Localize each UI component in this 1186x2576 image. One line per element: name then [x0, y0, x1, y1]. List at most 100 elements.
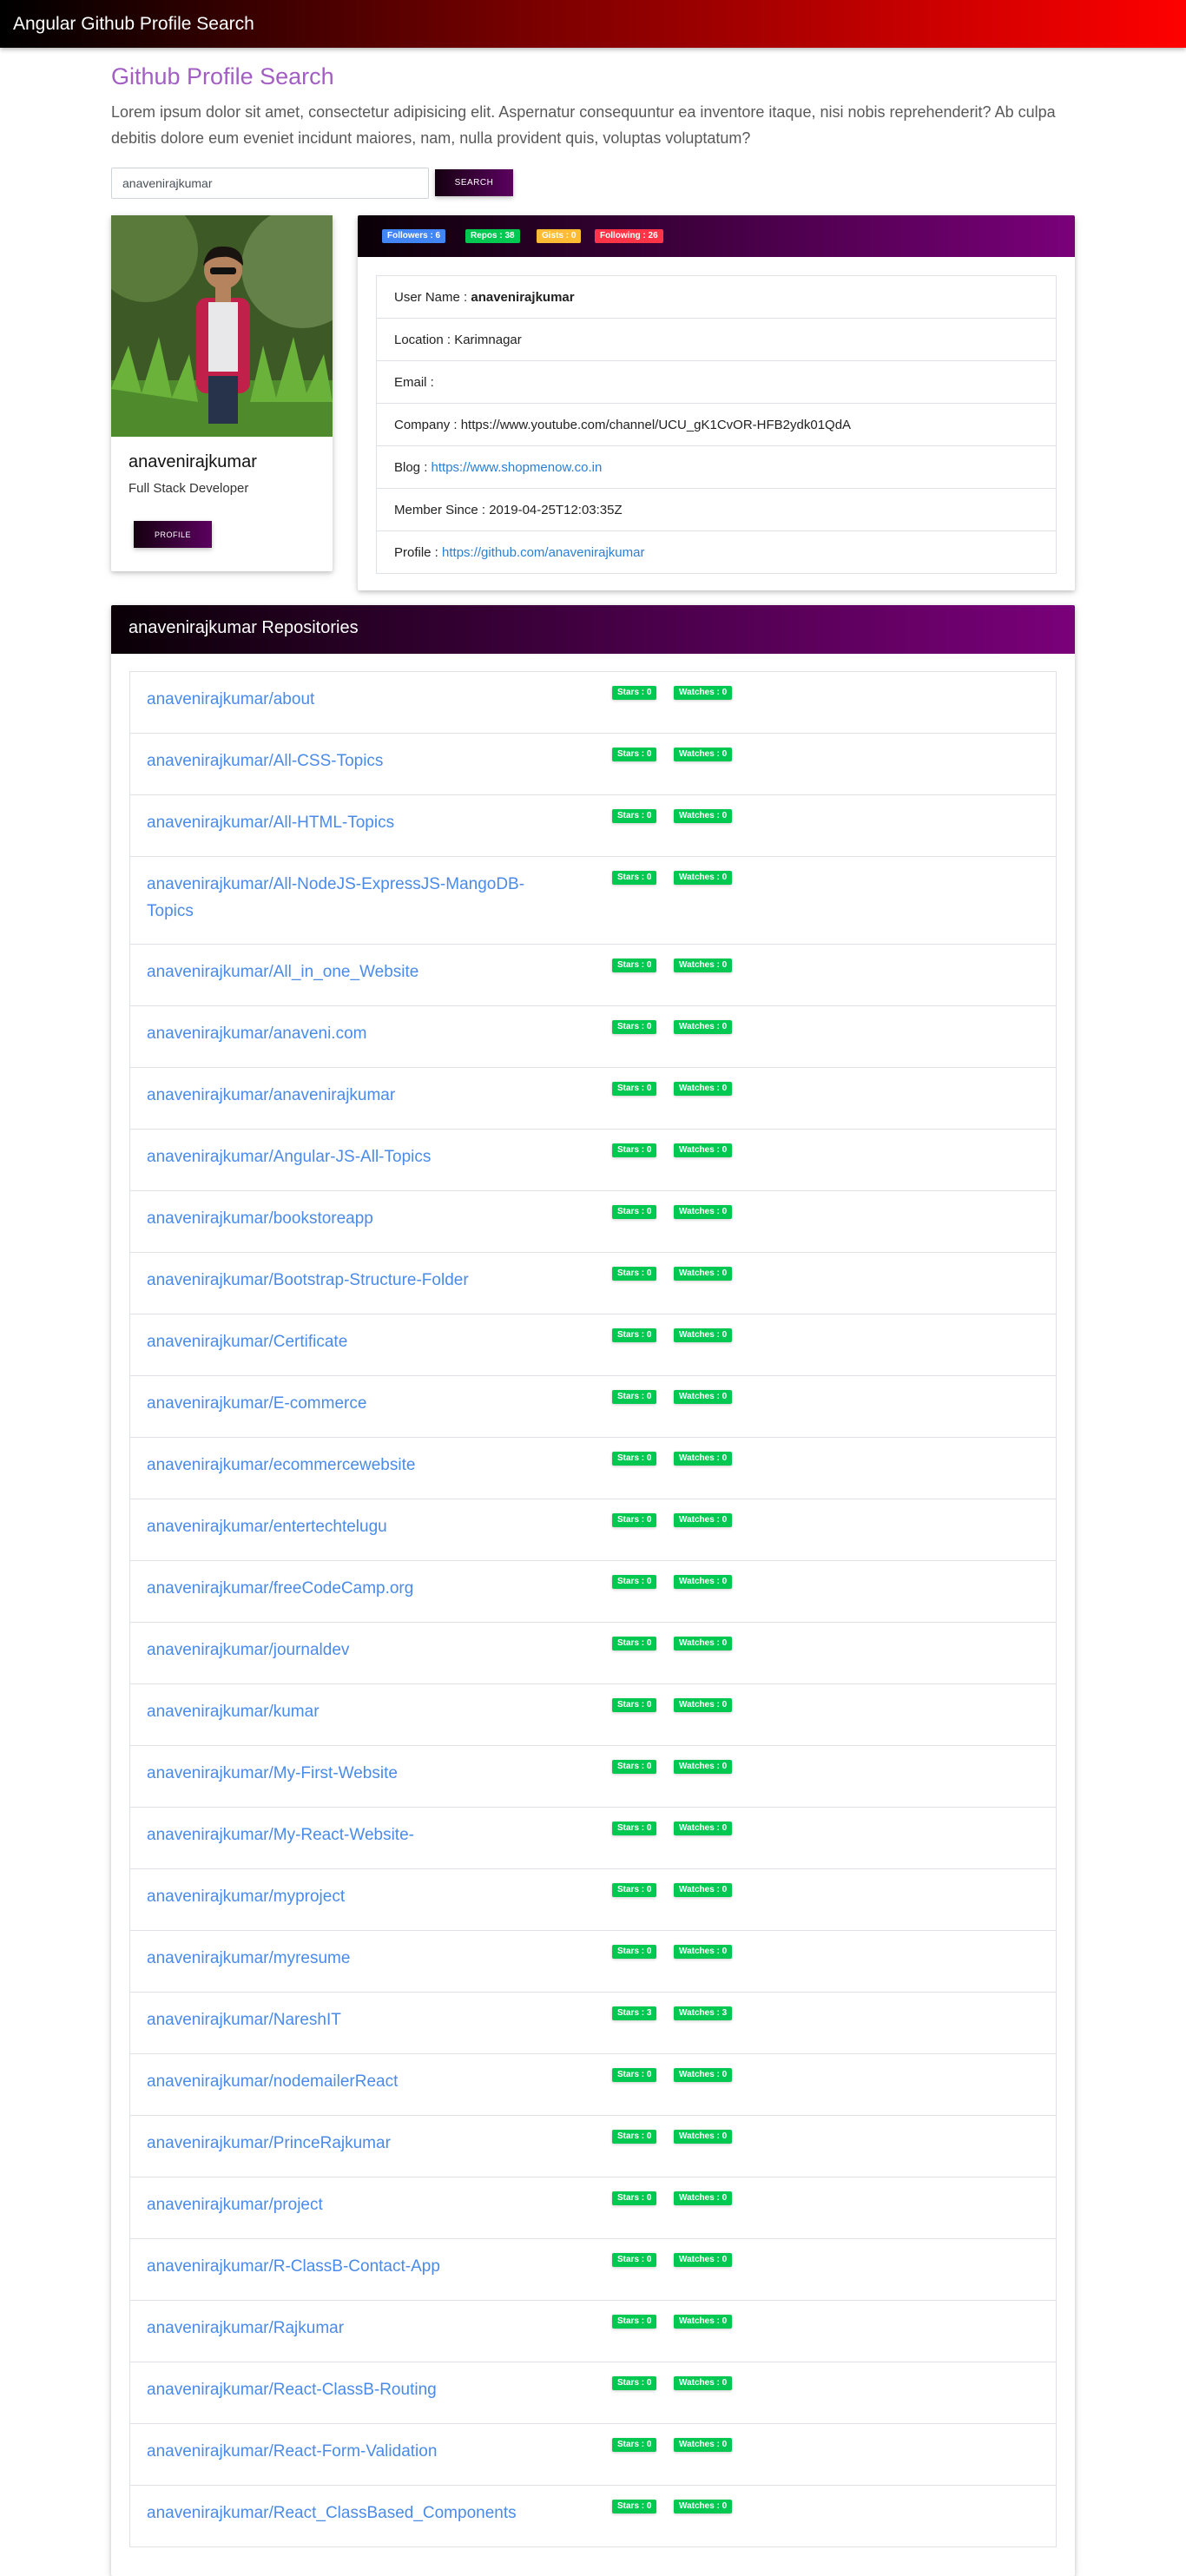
detail-location: Location : Karimnagar [377, 319, 1056, 361]
repo-link[interactable]: anavenirajkumar/NareshIT [147, 2006, 581, 2033]
repo-link[interactable]: anavenirajkumar/Angular-JS-All-Topics [147, 1143, 581, 1170]
search-input[interactable] [111, 168, 429, 199]
repo-stars-badge: Stars : 0 [612, 2315, 657, 2329]
repo-watches-badge: Watches : 0 [674, 2130, 733, 2144]
repo-link[interactable]: anavenirajkumar/PrinceRajkumar [147, 2130, 581, 2157]
repo-link[interactable]: anavenirajkumar/R-ClassB-Contact-App [147, 2253, 581, 2280]
repo-watches-badge: Watches : 0 [674, 1513, 733, 1527]
repos-title: anavenirajkumar Repositories [128, 618, 359, 637]
repo-item: anavenirajkumar/All-CSS-Topics Stars : 0 W… [130, 734, 1056, 795]
repo-link[interactable]: anavenirajkumar/Certificate [147, 1328, 581, 1355]
blog-link[interactable]: https://www.shopmenow.co.in [432, 460, 603, 475]
gists-badge: Gists : 0 [537, 229, 582, 243]
repo-link[interactable]: anavenirajkumar/Bootstrap-Structure-Fold… [147, 1267, 581, 1294]
profile-link[interactable]: https://github.com/anavenirajkumar [442, 545, 644, 560]
repo-watches-badge: Watches : 0 [674, 1020, 733, 1034]
repo-watches-badge: Watches : 0 [674, 871, 733, 885]
repo-link[interactable]: anavenirajkumar/freeCodeCamp.org [147, 1575, 581, 1602]
repo-item: anavenirajkumar/kumar Stars : 0 Watches : … [130, 1684, 1056, 1746]
repo-link[interactable]: anavenirajkumar/React_ClassBased_Compone… [147, 2500, 581, 2527]
repo-list: anavenirajkumar/about Stars : 0 Watches : … [129, 671, 1057, 2547]
detail-blog: Blog : https://www.shopmenow.co.in [377, 446, 1056, 489]
repo-item: anavenirajkumar/React-Form-Validation Sta… [130, 2424, 1056, 2486]
repo-stars-badge: Stars : 0 [612, 1205, 657, 1219]
repos-header: anavenirajkumar Repositories [111, 605, 1075, 654]
repo-link[interactable]: anavenirajkumar/myresume [147, 1945, 581, 1972]
repo-link[interactable]: anavenirajkumar/kumar [147, 1698, 581, 1725]
profile-button[interactable]: PROFILE [134, 521, 212, 548]
repo-item: anavenirajkumar/Angular-JS-All-Topics Sta… [130, 1130, 1056, 1191]
repo-item: anavenirajkumar/Certificate Stars : 0 Watc… [130, 1314, 1056, 1376]
repo-watches-badge: Watches : 0 [674, 2315, 733, 2329]
repo-link[interactable]: anavenirajkumar/My-First-Website [147, 1760, 581, 1787]
repo-link[interactable]: anavenirajkumar/Rajkumar [147, 2315, 581, 2342]
repo-link[interactable]: anavenirajkumar/React-ClassB-Routing [147, 2376, 581, 2403]
repo-stars-badge: Stars : 0 [612, 1883, 657, 1897]
repo-item: anavenirajkumar/project Stars : 0 Watches … [130, 2177, 1056, 2239]
detail-member-since: Member Since : 2019-04-25T12:03:35Z [377, 489, 1056, 531]
repo-watches-badge: Watches : 0 [674, 1082, 733, 1096]
repo-link[interactable]: anavenirajkumar/journaldev [147, 1637, 581, 1664]
repo-item: anavenirajkumar/All_in_one_Website Stars … [130, 945, 1056, 1006]
repo-link[interactable]: anavenirajkumar/React-Form-Validation [147, 2438, 581, 2465]
repo-link[interactable]: anavenirajkumar/All_in_one_Website [147, 959, 581, 985]
repo-link[interactable]: anavenirajkumar/My-React-Website- [147, 1822, 581, 1848]
repo-watches-badge: Watches : 0 [674, 1945, 733, 1959]
repo-item: anavenirajkumar/nodemailerReact Stars : 0… [130, 2054, 1056, 2116]
repo-stars-badge: Stars : 0 [612, 1513, 657, 1527]
repo-link[interactable]: anavenirajkumar/All-CSS-Topics [147, 748, 581, 774]
repo-item: anavenirajkumar/Rajkumar Stars : 0 Watches… [130, 2301, 1056, 2362]
repo-stars-badge: Stars : 0 [612, 686, 657, 700]
repo-watches-badge: Watches : 0 [674, 2438, 733, 2452]
repo-item: anavenirajkumar/React-ClassB-Routing Star… [130, 2362, 1056, 2424]
avatar [111, 215, 333, 437]
repo-watches-badge: Watches : 0 [674, 1883, 733, 1897]
details-header: Followers : 6 Repos : 38 Gists : 0 Follo… [358, 215, 1075, 257]
repo-stars-badge: Stars : 0 [612, 1328, 657, 1342]
repo-link[interactable]: anavenirajkumar/anavenirajkumar [147, 1082, 581, 1109]
repo-link[interactable]: anavenirajkumar/All-HTML-Topics [147, 809, 581, 836]
profile-name: anavenirajkumar [128, 452, 257, 471]
search-button[interactable]: SEARCH [435, 169, 513, 196]
repo-link[interactable]: anavenirajkumar/myproject [147, 1883, 581, 1910]
repo-watches-badge: Watches : 0 [674, 686, 733, 700]
detail-email: Email : [377, 361, 1056, 404]
following-badge: Following : 26 [595, 229, 663, 243]
repo-link[interactable]: anavenirajkumar/anaveni.com [147, 1020, 581, 1047]
repo-link[interactable]: anavenirajkumar/ecommercewebsite [147, 1452, 581, 1479]
details-card: Followers : 6 Repos : 38 Gists : 0 Follo… [358, 215, 1075, 590]
repo-stars-badge: Stars : 0 [612, 1945, 657, 1959]
repo-stars-badge: Stars : 0 [612, 1390, 657, 1404]
page-title: Github Profile Search [111, 63, 334, 89]
repo-stars-badge: Stars : 0 [612, 1637, 657, 1650]
repo-stars-badge: Stars : 0 [612, 1267, 657, 1281]
blog-label: Blog : [394, 460, 432, 475]
navbar-brand[interactable]: Angular Github Profile Search [13, 13, 254, 35]
profile-label: Profile : [394, 545, 443, 560]
repo-stars-badge: Stars : 0 [612, 2191, 657, 2205]
repo-link[interactable]: anavenirajkumar/nodemailerReact [147, 2068, 581, 2095]
repo-watches-badge: Watches : 0 [674, 1205, 733, 1219]
repo-watches-badge: Watches : 0 [674, 1143, 733, 1157]
repo-watches-badge: Watches : 0 [674, 748, 733, 761]
avatar-photo [111, 215, 333, 437]
profile-card: anavenirajkumar Full Stack Developer PRO… [111, 215, 333, 571]
repo-item: anavenirajkumar/myproject Stars : 0 Watche… [130, 1869, 1056, 1931]
detail-profile: Profile : https://github.com/anavenirajk… [377, 531, 1056, 573]
repo-watches-badge: Watches : 0 [674, 2376, 733, 2390]
repo-link[interactable]: anavenirajkumar/project [147, 2191, 581, 2218]
repo-watches-badge: Watches : 0 [674, 1822, 733, 1835]
repo-link[interactable]: anavenirajkumar/bookstoreapp [147, 1205, 581, 1232]
repo-link[interactable]: anavenirajkumar/All-NodeJS-ExpressJS-Man… [147, 871, 555, 925]
repo-link[interactable]: anavenirajkumar/about [147, 686, 581, 713]
repo-item: anavenirajkumar/freeCodeCamp.org Stars : … [130, 1561, 1056, 1623]
repo-link[interactable]: anavenirajkumar/E-commerce [147, 1390, 581, 1417]
repo-watches-badge: Watches : 0 [674, 1698, 733, 1712]
repo-link[interactable]: anavenirajkumar/entertechtelugu [147, 1513, 581, 1540]
repo-item: anavenirajkumar/about Stars : 0 Watches : … [130, 672, 1056, 734]
username-label: User Name : [394, 290, 471, 305]
repo-item: anavenirajkumar/NareshIT Stars : 3 Watches… [130, 1993, 1056, 2054]
repo-stars-badge: Stars : 0 [612, 1020, 657, 1034]
repo-item: anavenirajkumar/anavenirajkumar Stars : 0… [130, 1068, 1056, 1130]
details-list: User Name : anavenirajkumar Location : K… [376, 275, 1057, 574]
